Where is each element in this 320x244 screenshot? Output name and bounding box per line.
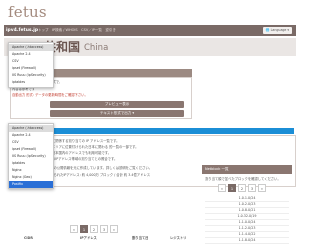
- dropdown-option[interactable]: ipset (Firewall): [9, 146, 53, 153]
- table-header-date[interactable]: 割り当て日: [132, 236, 148, 240]
- panel2-text-2: エリアに位置付けられた日本に関わる 的一覧の一部です。: [52, 145, 139, 149]
- page-subtitle: China: [84, 43, 109, 53]
- pagination-prev[interactable]: «: [70, 225, 78, 233]
- sidebar-pagination-next[interactable]: »: [258, 184, 266, 192]
- sidebar-pagination-page-3[interactable]: 3: [248, 184, 256, 192]
- panel2-text-4: のIPアドレス帯域の割り当てとの照合です。: [52, 157, 118, 161]
- format-dropdown-bottom[interactable]: Apache (.htaccess) Apache 2.4 CSV ipset …: [8, 123, 54, 189]
- dropdown-option[interactable]: Apache 2.4: [9, 51, 53, 58]
- table-header-cidr[interactable]: CIDR: [24, 236, 33, 240]
- table-header-registry[interactable]: レジストリ: [170, 236, 186, 240]
- dropdown-option[interactable]: Nginx: [9, 167, 53, 174]
- format-dropdown-top[interactable]: Apache (.htaccess) Apache 2.4 CSV ipset …: [8, 42, 54, 88]
- nav-brand[interactable]: ipv4.fetus.jp: [6, 25, 38, 36]
- dropdown-option-highlighted[interactable]: Postfix: [9, 181, 53, 188]
- dropdown-option[interactable]: IIS Ruuu (ipSecurity): [9, 153, 53, 160]
- dropdown-option[interactable]: ipset (Firewall): [9, 65, 53, 72]
- nav-links[interactable]: トップ IP検索 / WHOIS CSV／IP一覧 逆引き: [38, 25, 116, 36]
- main-pagination: « 1 2 3 »: [70, 225, 130, 233]
- pagination-page-3[interactable]: 3: [100, 225, 108, 233]
- sidebar-row[interactable]: 1.1.8.0/24: [205, 237, 289, 244]
- preview-button[interactable]: プレビュー表示: [50, 101, 184, 108]
- dropdown-option[interactable]: CSV: [9, 139, 53, 146]
- panel2-text-1: に関係する割り当ての IP アドレス一覧です。: [52, 139, 120, 143]
- sidebar-pagination: « 1 2 3 »: [218, 184, 278, 192]
- pagination-page-1[interactable]: 1: [80, 225, 88, 233]
- panel1-text-3: 自動出力 形式: データの更新時間をご確認下さい。: [12, 93, 88, 97]
- sidebar-note: 割り当て順で並べたブロックを確認してください。: [205, 177, 281, 181]
- sidebar-pagination-prev[interactable]: «: [218, 184, 226, 192]
- table-header-ip[interactable]: IPアドレス: [80, 236, 97, 240]
- dropdown-option[interactable]: iptables: [9, 160, 53, 167]
- dropdown-option[interactable]: Nginx (Geo): [9, 174, 53, 181]
- panel2-text-3: 日本国内のアドレスでも利用可能です。: [52, 151, 112, 155]
- dropdown-option[interactable]: iptables: [9, 79, 53, 86]
- pagination-page-2[interactable]: 2: [90, 225, 98, 233]
- dropdown-option[interactable]: Apache (.htaccess): [9, 125, 53, 132]
- site-logo[interactable]: fetus: [8, 0, 47, 24]
- sidebar-pagination-page-2[interactable]: 2: [238, 184, 246, 192]
- sidebar-title: Netblock 一覧: [205, 167, 229, 171]
- language-button[interactable]: 🌐 Language ▾: [262, 27, 292, 34]
- dropdown-option[interactable]: CSV: [9, 58, 53, 65]
- sidebar-header: Netblock 一覧: [202, 165, 292, 174]
- export-format-button[interactable]: テキスト形式で出力 ▾: [50, 110, 184, 117]
- dropdown-option[interactable]: IIS Ruuu (ipSecurity): [9, 72, 53, 79]
- top-navbar: ipv4.fetus.jp トップ IP検索 / WHOIS CSV／IP一覧 …: [4, 25, 296, 36]
- dropdown-option[interactable]: Apache 2.4: [9, 132, 53, 139]
- sidebar-pagination-page-1[interactable]: 1: [228, 184, 236, 192]
- dropdown-option[interactable]: Apache (.htaccess): [9, 44, 53, 51]
- pagination-next[interactable]: »: [110, 225, 118, 233]
